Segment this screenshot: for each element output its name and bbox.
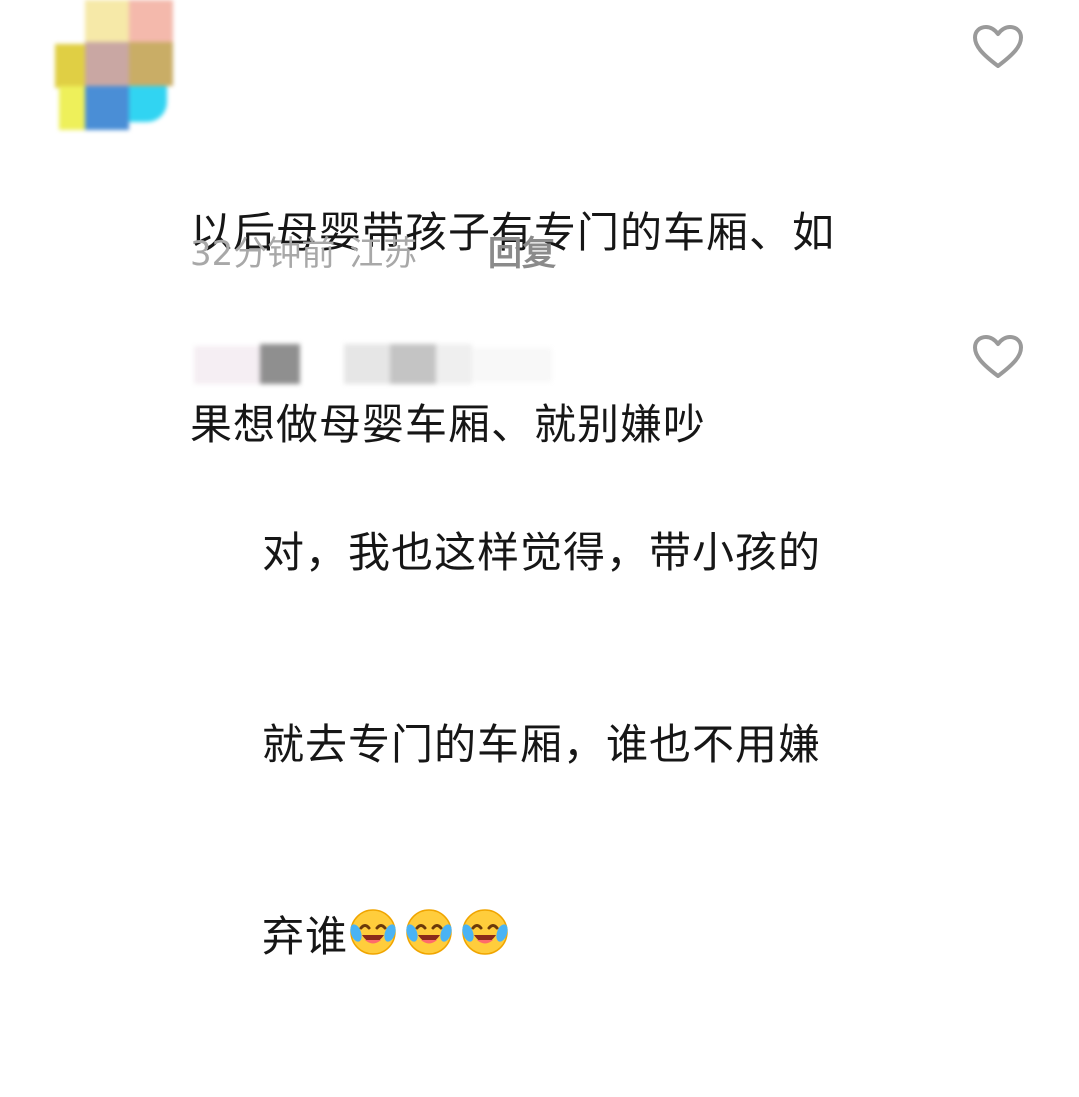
- mosaic-block: [390, 344, 436, 384]
- heart-outline-icon[interactable]: [972, 334, 1024, 380]
- username-redacted: [180, 340, 560, 390]
- laugh-cry-emoji: [404, 907, 454, 957]
- comment-text-line: 对，我也这样觉得，带小孩的: [262, 528, 822, 577]
- mosaic-block: [260, 344, 300, 384]
- comment-text-line-end: 弃谁: [262, 912, 349, 961]
- comment-meta: 32分钟前 江苏: [190, 228, 417, 280]
- reply-button[interactable]: 回复: [488, 228, 556, 280]
- comment-time: 32分钟前: [190, 234, 336, 274]
- mosaic-block: [344, 344, 390, 384]
- comment-text-line: 就去专门的车厢，谁也不用嫌: [262, 720, 822, 769]
- avatar-tile: [129, 0, 173, 44]
- avatar-tile: [85, 0, 129, 44]
- avatar-tile: [85, 42, 129, 86]
- comment-location: 江苏: [349, 234, 418, 274]
- comment-text: 对，我也这样觉得，带小孩的 就去专门的车厢，谁也不用嫌 弃谁: [262, 393, 821, 1097]
- laugh-cry-emoji: [460, 907, 510, 957]
- avatar-tile: [85, 86, 129, 130]
- laugh-cry-emoji: [348, 907, 398, 957]
- mosaic-block: [194, 346, 260, 384]
- avatar-tile: [129, 42, 173, 86]
- heart-outline-icon[interactable]: [972, 24, 1024, 70]
- comment-text-line: 弃谁: [262, 905, 821, 969]
- avatar[interactable]: [55, 0, 173, 130]
- mosaic-block: [472, 348, 552, 382]
- mosaic-block: [436, 344, 472, 384]
- avatar-tile: [129, 86, 167, 122]
